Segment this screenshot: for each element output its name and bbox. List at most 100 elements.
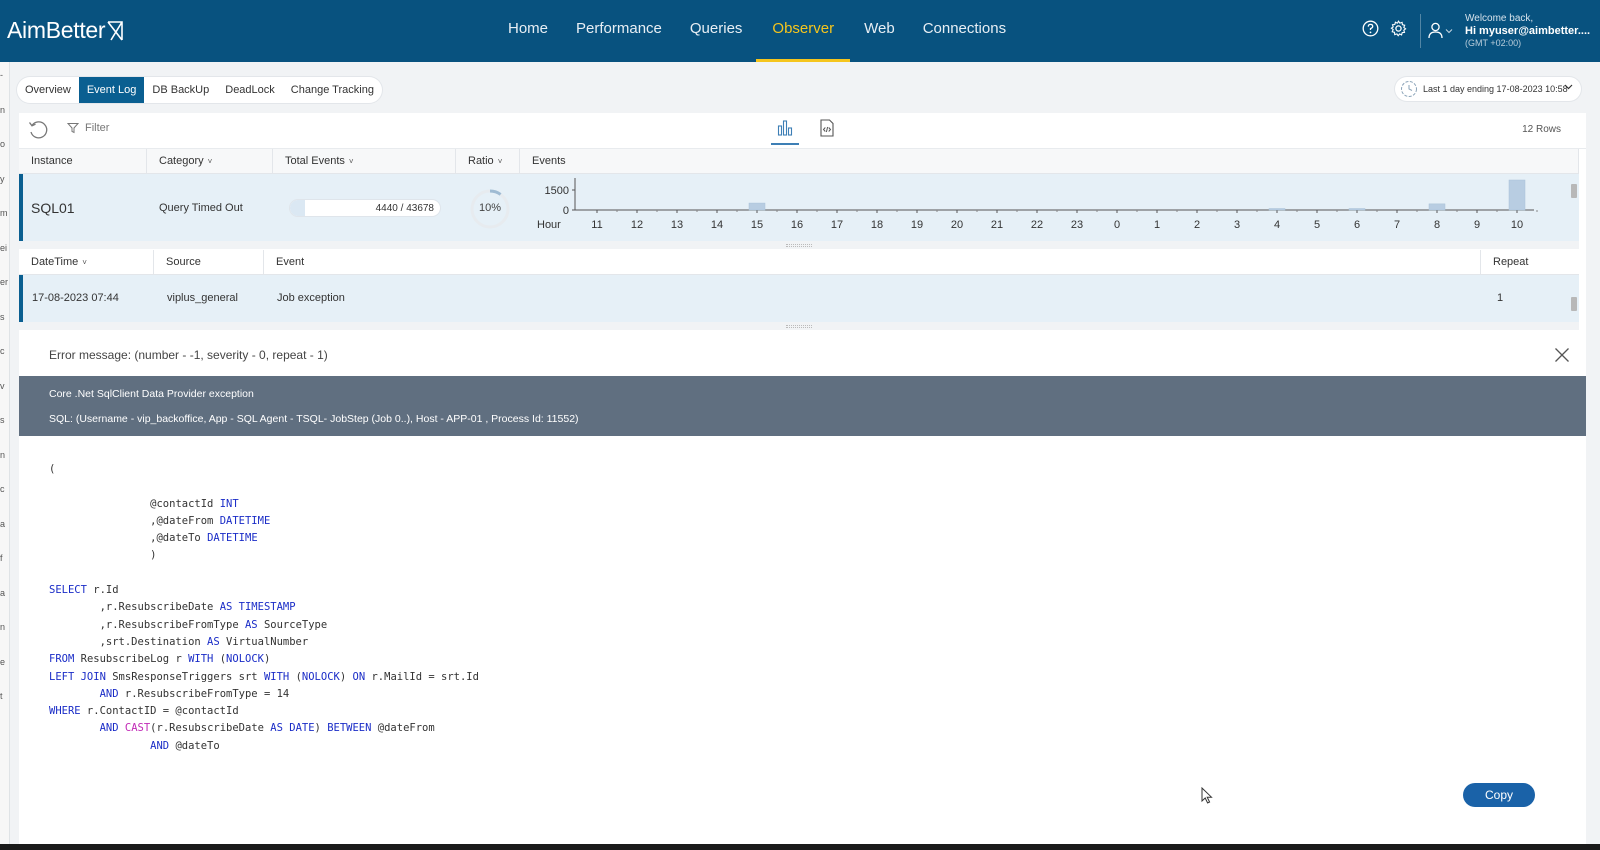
code-token: FROM bbox=[49, 653, 75, 666]
sort-chevron-icon[interactable]: ˅ bbox=[498, 157, 503, 166]
tab-deadlock[interactable]: DeadLock bbox=[217, 77, 283, 103]
column-header-repeat[interactable]: Repeat bbox=[1481, 250, 1579, 275]
nav-item-performance[interactable]: Performance bbox=[562, 0, 676, 62]
code-line: LEFT JOIN SmsResponseTriggers srt WITH (… bbox=[49, 669, 479, 686]
code-line: WHERE r.ContactID = @contactId bbox=[49, 703, 479, 720]
code-token: ,r.ResubscribeFromType bbox=[49, 618, 245, 631]
nav-item-web[interactable]: Web bbox=[850, 0, 909, 62]
code-token: DATETIME bbox=[207, 532, 258, 545]
column-header-event[interactable]: Event bbox=[264, 250, 1481, 275]
table-row[interactable]: 17-08-2023 07:44 viplus_general Job exce… bbox=[19, 275, 1579, 322]
resize-handle[interactable] bbox=[19, 241, 1579, 249]
column-header-label: Category bbox=[159, 155, 204, 167]
copy-button[interactable]: Copy bbox=[1463, 783, 1535, 807]
code-file-icon[interactable] bbox=[815, 119, 839, 143]
column-header-source[interactable]: Source bbox=[154, 250, 264, 275]
nav-item-home[interactable]: Home bbox=[494, 0, 562, 62]
user-menu[interactable] bbox=[1428, 22, 1453, 39]
filter-button[interactable]: Filter bbox=[67, 122, 109, 134]
panel-toolbar: Filter 12 Rows bbox=[19, 113, 1586, 149]
x-tick-label: 7 bbox=[1394, 219, 1400, 231]
sidebar-item-fragment: s bbox=[0, 311, 5, 322]
code-token: (r.ResubscribeDate bbox=[150, 722, 271, 735]
aimbetter-logo[interactable]: AimBetter bbox=[7, 17, 124, 44]
column-header-label: Events bbox=[532, 155, 566, 167]
column-header-ratio[interactable]: Ratio ˅ bbox=[456, 149, 520, 174]
column-header-total-events[interactable]: Total Events ˅ bbox=[273, 149, 456, 174]
event-bar bbox=[1268, 208, 1286, 211]
top-navigation-bar: AimBetter Home Performance Queries Observer… bbox=[0, 0, 1600, 62]
tab-db-backup[interactable]: DB BackUp bbox=[144, 77, 217, 103]
sidebar-item-fragment: n bbox=[0, 449, 6, 460]
sidebar-item-fragment: c bbox=[0, 346, 5, 356]
repeat-cell: 1 bbox=[1497, 292, 1504, 304]
code-line: ,r.ResubscribeFromType AS SourceType bbox=[49, 617, 479, 634]
x-tick-label: 11 bbox=[591, 219, 602, 231]
x-tick-label: 0 bbox=[1114, 219, 1120, 231]
nav-item-queries[interactable]: Queries bbox=[676, 0, 757, 62]
column-header-label: Instance bbox=[31, 155, 73, 167]
code-token: NOLOCK bbox=[301, 670, 340, 683]
sort-chevron-icon[interactable]: ˅ bbox=[208, 157, 213, 166]
code-line: AND CAST(r.ResubscribeDate AS DATE) BETW… bbox=[49, 720, 479, 737]
time-range-selector[interactable]: Last 1 day ending 17-08-2023 10:58 bbox=[1395, 77, 1581, 101]
nav-item-observer[interactable]: Observer bbox=[756, 0, 850, 62]
header-icons bbox=[1360, 18, 1408, 38]
tab-overview[interactable]: Overview bbox=[17, 77, 79, 103]
code-token: r.ContactID = @contactId bbox=[80, 705, 239, 718]
rows-count: 12 Rows bbox=[1522, 124, 1561, 135]
code-line: ( bbox=[49, 461, 479, 478]
sidebar-item-fragment: m bbox=[0, 208, 8, 218]
column-header-label: Event bbox=[276, 256, 305, 268]
sidebar-item-fragment: c bbox=[0, 484, 5, 494]
table-row[interactable]: SQL01 Query Timed Out 4440 / 43678 10% 1… bbox=[19, 174, 1579, 241]
gear-icon[interactable] bbox=[1388, 18, 1408, 38]
code-token: WITH bbox=[188, 653, 214, 666]
code-token: ) bbox=[263, 653, 271, 666]
x-tick-label: 20 bbox=[951, 219, 963, 231]
user-greeting: Hi myuser@aimbetter.... bbox=[1465, 25, 1591, 37]
column-header-label: Repeat bbox=[1493, 256, 1529, 268]
x-tick-label: 2 bbox=[1194, 219, 1200, 231]
error-message-title: Error message: (number - -1, severity - … bbox=[49, 348, 328, 362]
column-header-category[interactable]: Category ˅ bbox=[147, 149, 273, 174]
sort-chevron-icon[interactable]: ˅ bbox=[349, 157, 354, 166]
sql-code-block[interactable]: ( @contactId INT ,@dateFrom DATETIME ,@d… bbox=[49, 461, 479, 755]
column-header-label: Ratio bbox=[468, 155, 494, 167]
logo-mark-icon bbox=[107, 20, 124, 40]
refresh-icon[interactable] bbox=[27, 119, 49, 146]
nav-item-connections[interactable]: Connections bbox=[909, 0, 1020, 62]
tab-change-tracking[interactable]: Change Tracking bbox=[283, 77, 382, 103]
code-token: VirtualNumber bbox=[219, 635, 309, 648]
resize-handle[interactable] bbox=[19, 322, 1579, 330]
event-bar bbox=[1428, 203, 1446, 211]
code-token: ,@dateTo bbox=[49, 532, 208, 545]
scrollbar-thumb[interactable] bbox=[1571, 184, 1577, 198]
instance-cell: SQL01 bbox=[31, 200, 75, 216]
sort-chevron-icon[interactable]: ˅ bbox=[82, 258, 87, 267]
code-token: SourceType bbox=[257, 618, 328, 631]
datetime-cell: 17-08-2023 07:44 bbox=[32, 292, 119, 304]
code-token: ( bbox=[289, 670, 302, 683]
scrollbar-thumb[interactable] bbox=[1571, 297, 1577, 311]
collapsed-sidebar[interactable]: - n o y m ei er s c v s n c a f a n e t bbox=[0, 62, 10, 844]
tab-event-log[interactable]: Event Log bbox=[78, 77, 145, 103]
help-icon[interactable] bbox=[1360, 18, 1380, 38]
event-bar bbox=[1508, 179, 1526, 211]
observer-subtabs: Overview Event Log DB BackUp DeadLock Change… bbox=[17, 77, 382, 103]
code-token: AS DATE bbox=[270, 722, 315, 735]
column-header-instance[interactable]: Instance bbox=[19, 149, 147, 174]
column-header-datetime[interactable]: DateTime ˅ bbox=[19, 250, 154, 275]
column-header-events[interactable]: Events bbox=[520, 149, 1579, 174]
close-icon[interactable] bbox=[1554, 347, 1570, 368]
ratio-gauge: 10% bbox=[468, 187, 512, 231]
bottom-edge bbox=[0, 844, 1600, 850]
chart-view-icon[interactable] bbox=[771, 119, 799, 145]
sidebar-item-fragment: f bbox=[0, 553, 3, 563]
filter-label: Filter bbox=[85, 122, 110, 134]
total-events-value: 4440 / 43678 bbox=[375, 203, 434, 214]
code-token: SELECT bbox=[49, 584, 87, 597]
column-header-label: Source bbox=[166, 256, 201, 268]
code-token: WHERE bbox=[49, 705, 81, 718]
x-tick-label: 9 bbox=[1474, 219, 1480, 231]
